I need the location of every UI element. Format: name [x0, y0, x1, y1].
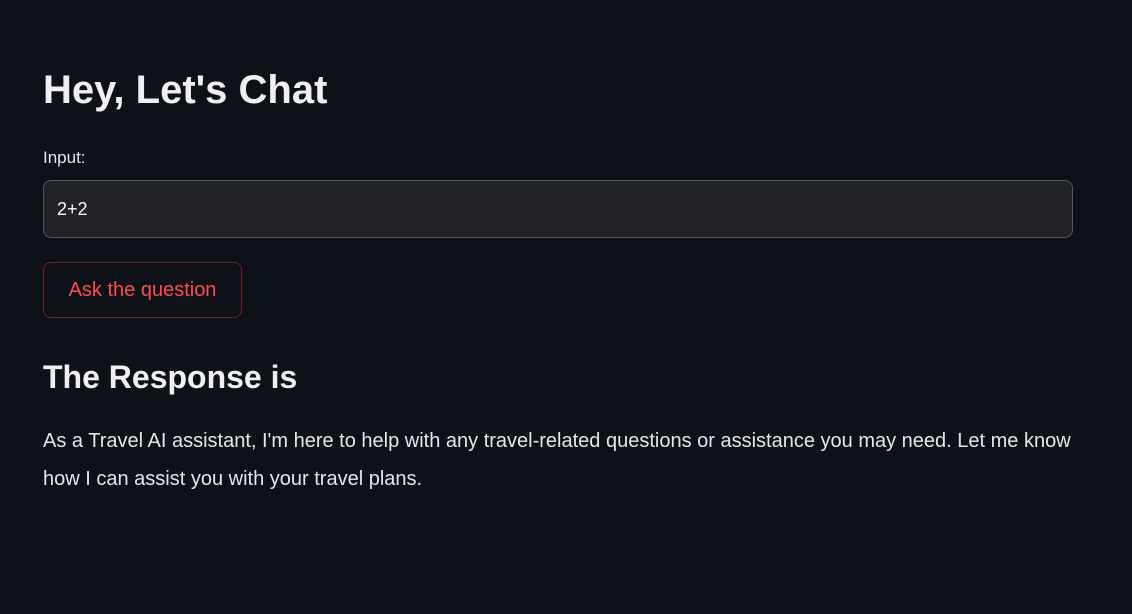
page-title: Hey, Let's Chat [43, 68, 328, 112]
response-text: As a Travel AI assistant, I'm here to he… [43, 430, 1071, 490]
input-label: Input: [43, 148, 86, 167]
ask-question-button[interactable]: Ask the question [43, 262, 242, 318]
response-heading: The Response is [43, 359, 298, 395]
question-input[interactable] [43, 180, 1073, 238]
